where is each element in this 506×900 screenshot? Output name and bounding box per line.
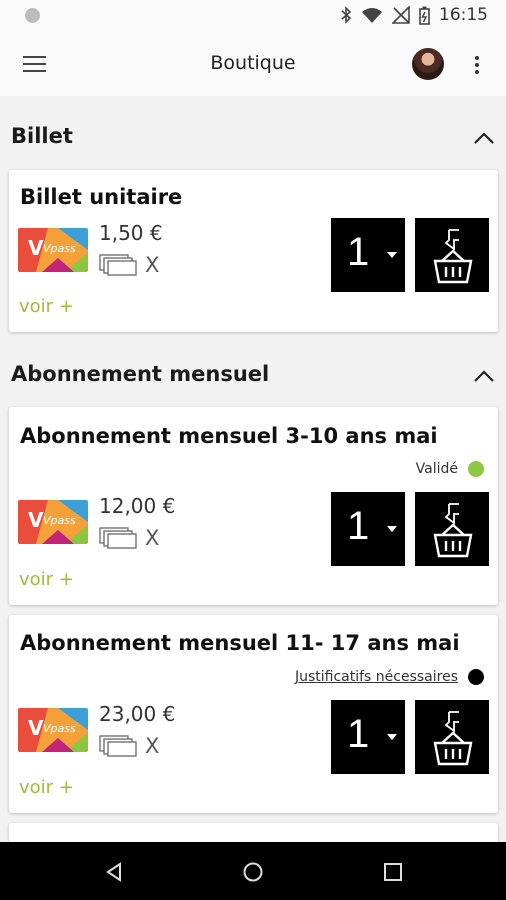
- quantity-selector[interactable]: 1: [331, 492, 405, 566]
- quantity-selector[interactable]: 1: [331, 700, 405, 774]
- back-icon[interactable]: [102, 860, 126, 884]
- wifi-icon: [362, 7, 382, 23]
- see-more-link[interactable]: voir +: [19, 296, 74, 317]
- avatar[interactable]: [412, 48, 444, 80]
- svg-text:V: V: [28, 508, 44, 532]
- product-price: 12,00 €: [99, 494, 176, 518]
- no-signal-icon: [392, 6, 410, 24]
- more-options-icon[interactable]: [466, 50, 488, 80]
- home-icon[interactable]: [241, 860, 265, 884]
- app-bar: Boutique: [0, 32, 506, 96]
- caret-down-icon: [387, 252, 397, 258]
- notification-dot-icon: [25, 8, 40, 23]
- bluetooth-icon: [341, 6, 352, 24]
- see-more-link[interactable]: voir +: [19, 569, 74, 590]
- add-to-cart-button[interactable]: [415, 218, 489, 292]
- status-label: Validé: [415, 461, 458, 477]
- tickets-icon: [99, 735, 137, 757]
- quantity-value: 1: [347, 504, 370, 548]
- tickets-icon: [99, 254, 137, 276]
- add-to-cart-button[interactable]: [415, 492, 489, 566]
- product-card: Abonnement mensuel 3-10 ans mai Validé V…: [9, 407, 498, 605]
- svg-text:V: V: [28, 236, 44, 260]
- product-card: Billet unitaire V Vpass 1,50 € X voir + …: [9, 170, 498, 332]
- product-name: Abonnement mensuel 3-10 ans mai: [20, 424, 438, 448]
- vpass-brand: Vpass: [43, 722, 76, 735]
- vpass-card-image: V Vpass: [18, 228, 88, 272]
- product-name: Billet unitaire: [20, 185, 183, 209]
- status-bar: 16:15: [0, 0, 506, 32]
- battery-icon: [419, 6, 430, 25]
- add-to-cart-button[interactable]: [415, 700, 489, 774]
- ticket-count: X: [99, 526, 159, 550]
- product-name: Abonnement mensuel 11- 17 ans mai: [20, 631, 460, 655]
- ticket-count: X: [99, 253, 159, 277]
- section-title: Billet: [11, 124, 73, 148]
- quantity-value: 1: [347, 230, 370, 274]
- ticket-count-value: X: [145, 734, 160, 758]
- section-header-billet: Billet: [0, 118, 506, 158]
- product-card: Abonnement mensuel 11- 17 ans mai Justif…: [9, 615, 498, 813]
- tickets-icon: [99, 527, 137, 549]
- product-price: 1,50 €: [99, 221, 163, 245]
- status-valid-dot-icon: [468, 461, 484, 477]
- section-header-abonnement: Abonnement mensuel: [0, 356, 506, 396]
- vpass-brand: Vpass: [43, 242, 76, 255]
- add-to-basket-icon: [433, 503, 473, 558]
- caret-down-icon: [387, 734, 397, 740]
- status-required-dot-icon: [468, 669, 484, 685]
- ticket-count-value: X: [145, 253, 160, 277]
- section-title: Abonnement mensuel: [11, 362, 270, 386]
- ticket-count-value: X: [145, 526, 160, 550]
- see-more-link[interactable]: voir +: [19, 777, 74, 798]
- clock: 16:15: [439, 5, 488, 25]
- required-documents-link[interactable]: Justificatifs nécessaires: [295, 669, 458, 685]
- add-to-basket-icon: [433, 229, 473, 284]
- vpass-brand: Vpass: [43, 514, 76, 527]
- product-price: 23,00 €: [99, 702, 176, 726]
- status-badge: Justificatifs nécessaires: [295, 669, 484, 685]
- chevron-up-icon[interactable]: [470, 126, 498, 150]
- quantity-value: 1: [347, 712, 370, 756]
- recent-apps-icon[interactable]: [381, 860, 405, 884]
- quantity-selector[interactable]: 1: [331, 218, 405, 292]
- vpass-card-image: V Vpass: [18, 500, 88, 544]
- status-icons: 16:15: [340, 5, 488, 25]
- ticket-count: X: [99, 734, 159, 758]
- add-to-basket-icon: [433, 711, 473, 766]
- svg-text:V: V: [28, 716, 44, 740]
- caret-down-icon: [387, 526, 397, 532]
- system-navigation-bar: [0, 842, 506, 900]
- vpass-card-image: V Vpass: [18, 708, 88, 752]
- status-badge: Validé: [416, 461, 484, 477]
- chevron-up-icon[interactable]: [470, 364, 498, 388]
